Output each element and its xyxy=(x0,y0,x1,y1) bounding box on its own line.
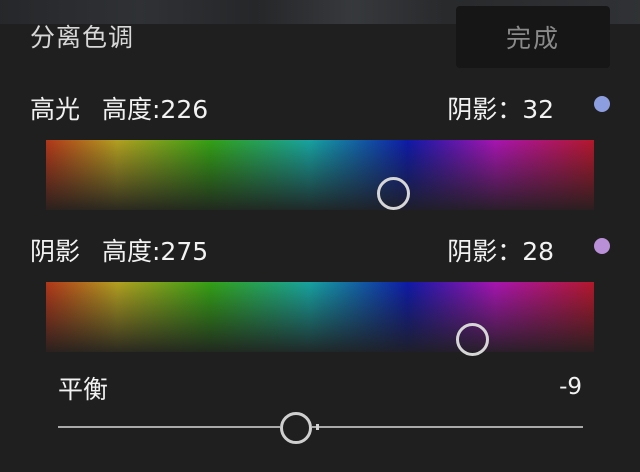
balance-slider-thumb[interactable] xyxy=(280,412,312,444)
done-button[interactable]: 完成 xyxy=(456,6,610,68)
balance-slider-track-right[interactable] xyxy=(312,426,583,428)
balance-center-tick xyxy=(316,424,319,430)
highlights-saturation-readout: 阴影：32 xyxy=(447,95,554,124)
shadows-hue-readout: 高度:275 xyxy=(102,237,209,266)
panel-title: 分离色调 xyxy=(30,23,135,52)
balance-label: 平衡 xyxy=(58,375,109,404)
balance-value: -9 xyxy=(559,374,582,400)
highlights-color-swatch xyxy=(594,96,610,112)
highlights-label: 高光 xyxy=(30,95,81,124)
highlights-color-field[interactable] xyxy=(46,140,594,210)
shadows-color-field[interactable] xyxy=(46,282,594,352)
highlights-color-picker[interactable] xyxy=(377,177,410,210)
balance-slider-track-left[interactable] xyxy=(58,426,280,428)
shadows-saturation-readout: 阴影：28 xyxy=(447,237,554,266)
highlights-hue-readout: 高度:226 xyxy=(102,95,209,124)
shadows-color-picker[interactable] xyxy=(456,323,489,356)
shadows-color-swatch xyxy=(594,238,610,254)
shadows-label: 阴影 xyxy=(30,237,81,266)
